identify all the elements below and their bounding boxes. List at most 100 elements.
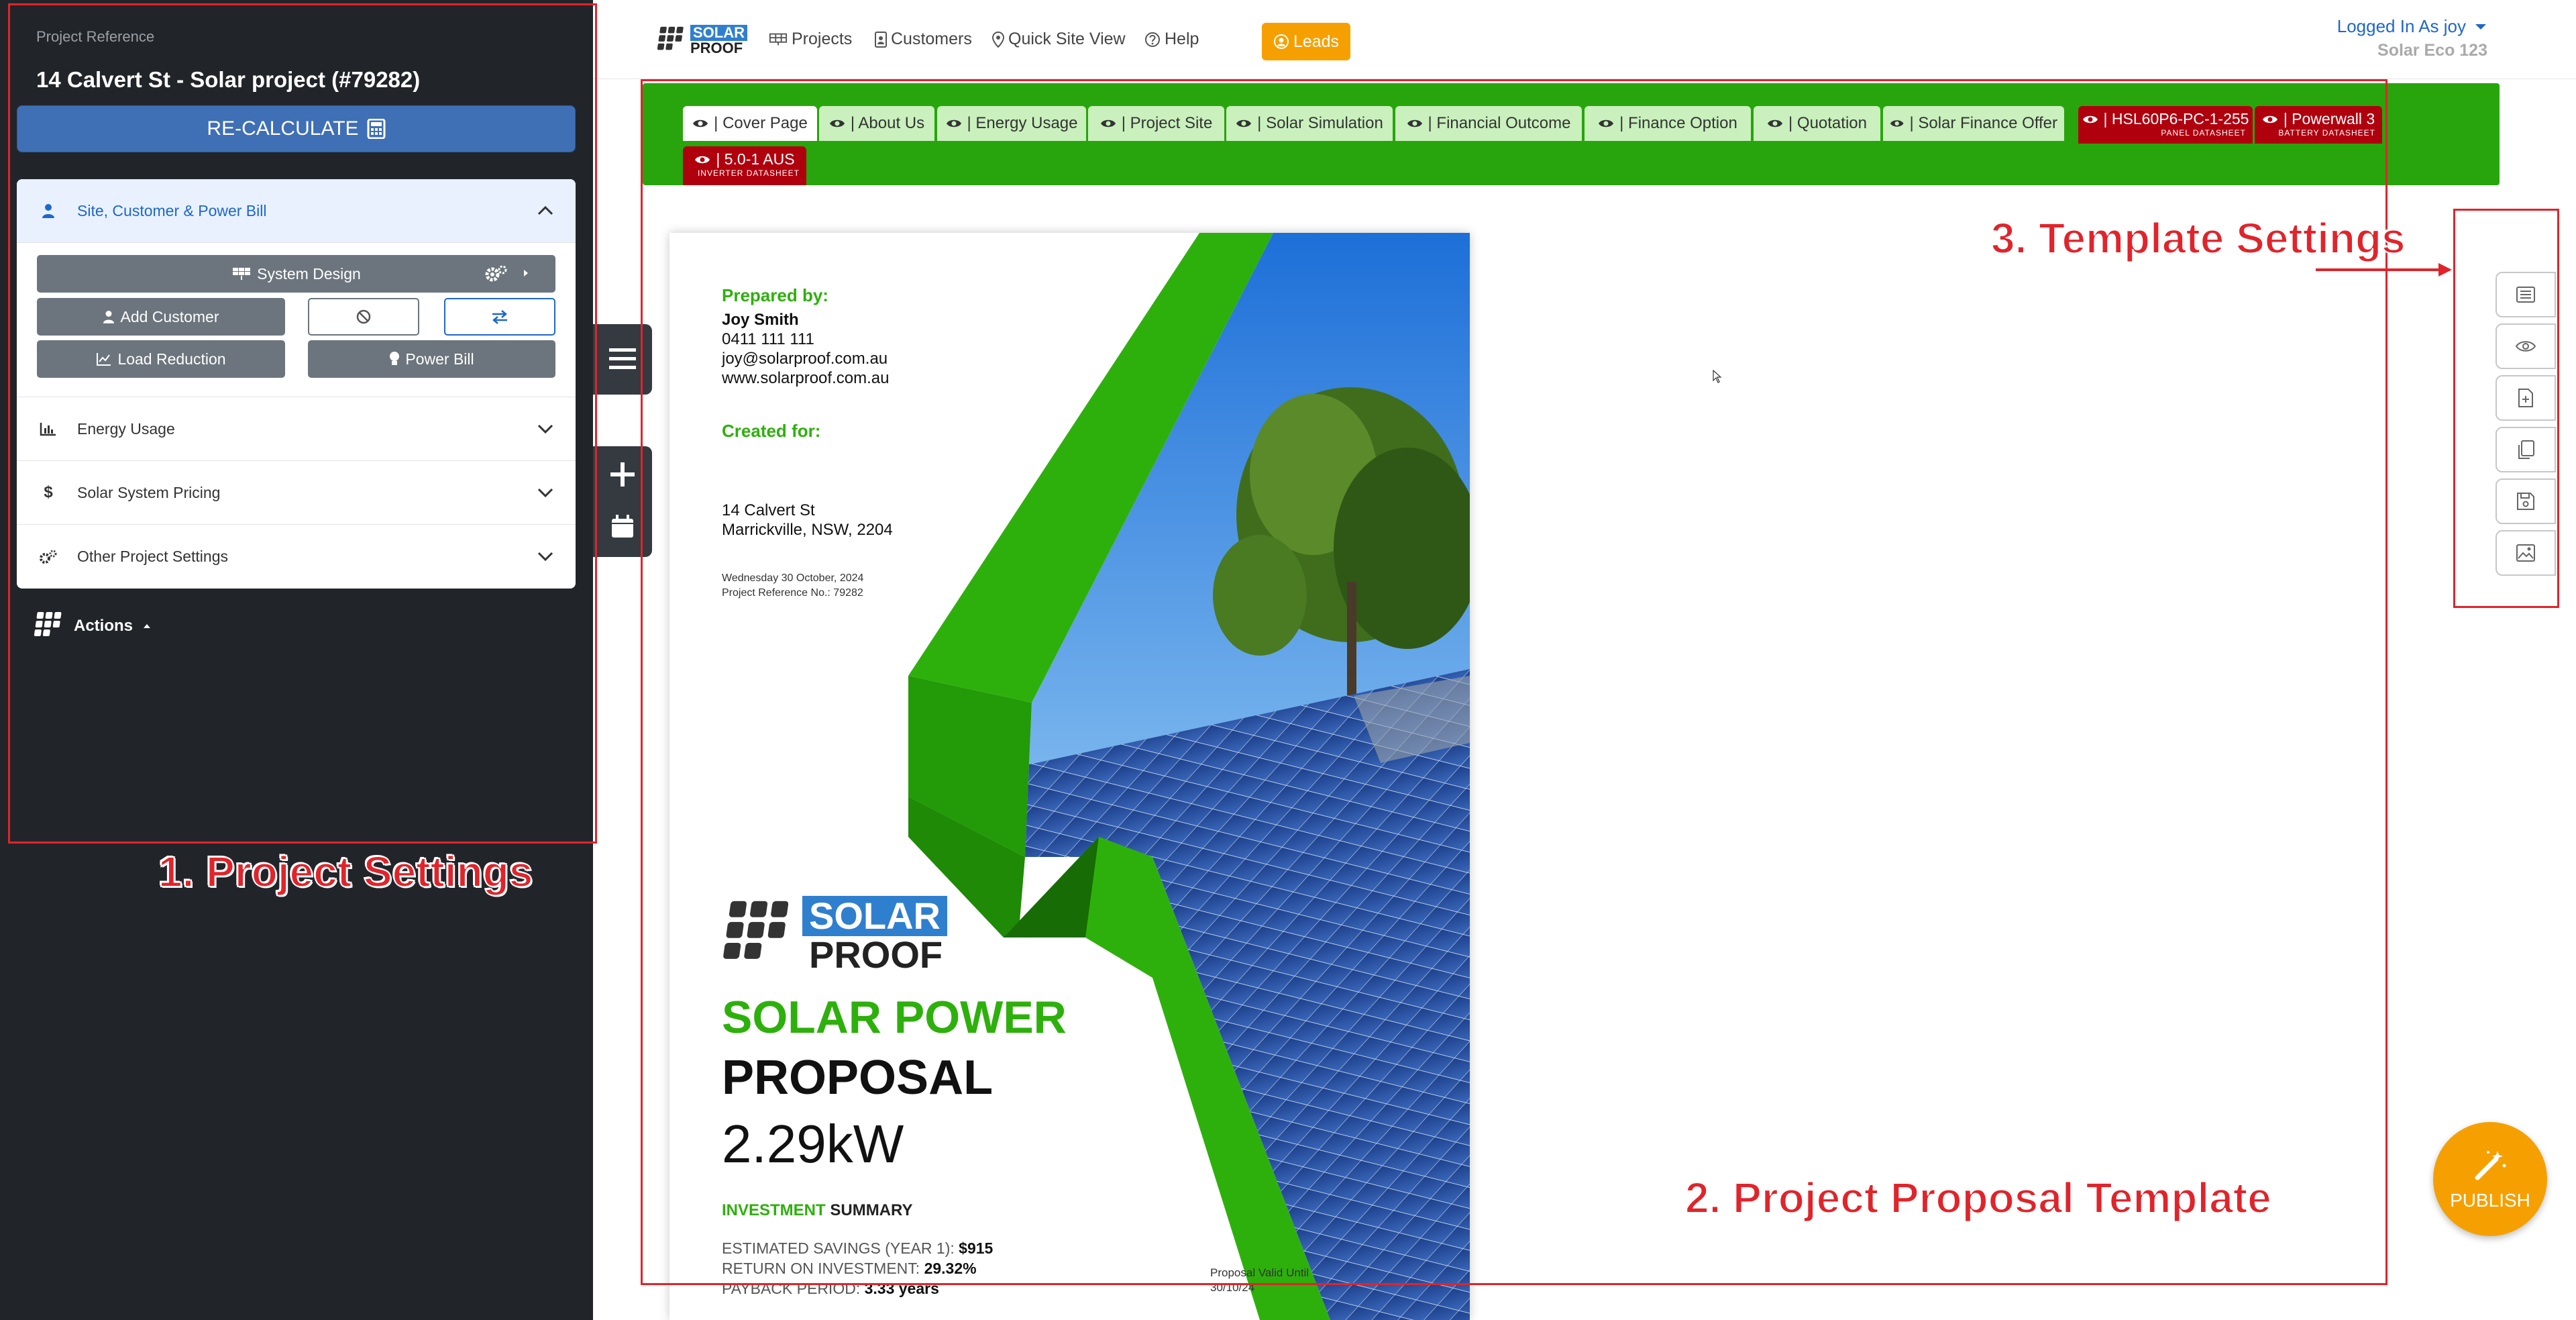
created-for-label: Created for: xyxy=(722,421,821,441)
tab-project-site[interactable]: | Project Site xyxy=(1088,106,1224,141)
bar-chart-icon xyxy=(38,421,58,436)
leads-label: Leads xyxy=(1293,32,1340,51)
project-reference-label: Project Reference xyxy=(36,28,155,45)
tab-label: | Cover Page xyxy=(714,114,808,132)
eye-icon xyxy=(1599,119,1614,128)
solar-panel-icon xyxy=(769,33,788,45)
duplicate-button[interactable] xyxy=(2496,427,2556,472)
remove-customer-button[interactable] xyxy=(308,298,419,336)
user-icon xyxy=(103,311,115,323)
section-other-project-settings[interactable]: Other Project Settings xyxy=(17,525,576,589)
nav-quick-site-view[interactable]: Quick Site View xyxy=(992,30,1126,49)
tab-about-us[interactable]: | About Us xyxy=(819,106,934,141)
logo-text-bottom: PROOF xyxy=(690,40,743,56)
load-reduction-label: Load Reduction xyxy=(117,350,226,368)
cogs-icon[interactable] xyxy=(484,264,508,286)
section-site-customer-power-bill[interactable]: Site, Customer & Power Bill xyxy=(17,179,576,243)
eye-icon xyxy=(2082,115,2098,123)
add-customer-button[interactable]: Add Customer xyxy=(37,298,285,336)
tab-inverter-datasheet[interactable]: | 5.0-1 AUS INVERTER DATASHEET xyxy=(683,146,806,185)
tab-battery-datasheet[interactable]: | Powerwall 3 BATTERY DATASHEET xyxy=(2255,106,2382,144)
tab-label: | Finance Option xyxy=(1619,114,1737,132)
recalculate-label: RE-CALCULATE xyxy=(207,117,359,140)
section-label: Site, Customer & Power Bill xyxy=(77,201,267,219)
publish-button[interactable]: PUBLISH xyxy=(2433,1122,2547,1236)
tab-sublabel: PANEL DATASHEET xyxy=(2161,128,2246,138)
recalculate-button[interactable]: RE-CALCULATE xyxy=(17,105,576,152)
solar-panel-logo-icon xyxy=(657,26,684,50)
magic-wand-icon xyxy=(2475,1151,2506,1180)
eye-icon xyxy=(695,156,710,163)
solar-panel-logo-icon xyxy=(34,612,62,636)
lightbulb-icon xyxy=(390,352,400,365)
map-marker-icon xyxy=(992,31,1004,48)
prepared-by-phone: 0411 111 111 xyxy=(722,330,814,348)
publish-label: PUBLISH xyxy=(2450,1190,2530,1211)
load-reduction-button[interactable]: Load Reduction xyxy=(37,340,285,378)
kv-value: $915 xyxy=(959,1239,994,1257)
tab-financial-outcome[interactable]: | Financial Outcome xyxy=(1395,106,1582,141)
site-address-line2: Marrickville, NSW, 2204 xyxy=(722,521,893,539)
section-label: Energy Usage xyxy=(77,419,175,438)
chevron-down-icon xyxy=(537,552,553,562)
nav-customers-label: Customers xyxy=(891,30,972,48)
ban-icon xyxy=(356,309,371,324)
quick-tools-pill xyxy=(593,446,652,557)
eye-icon xyxy=(829,119,845,128)
prepared-by-label: Prepared by: xyxy=(722,285,828,305)
swap-customer-button[interactable] xyxy=(444,298,555,336)
system-design-button[interactable]: System Design xyxy=(37,255,555,293)
nav-help[interactable]: Help xyxy=(1144,30,1199,49)
nav-projects[interactable]: Projects xyxy=(769,30,852,49)
eye-icon xyxy=(1236,119,1252,128)
tab-quotation[interactable]: | Quotation xyxy=(1754,106,1880,141)
template-page-tabs: | Cover Page | About Us | Energy Usage |… xyxy=(643,83,2500,185)
tab-finance-option[interactable]: | Finance Option xyxy=(1585,106,1751,141)
tab-label: | Powerwall 3 xyxy=(2283,110,2375,128)
id-badge-icon xyxy=(875,31,887,48)
user-account-menu[interactable]: Logged In As joy Solar Eco 123 xyxy=(2337,16,2487,60)
plus-icon[interactable] xyxy=(609,461,636,488)
caret-up-icon xyxy=(144,624,151,628)
add-page-button[interactable] xyxy=(2496,375,2556,421)
tab-energy-usage[interactable]: | Energy Usage xyxy=(937,106,1086,141)
kv-label: RETURN ON INVESTMENT: xyxy=(722,1260,920,1277)
nav-customers[interactable]: Customers xyxy=(875,30,972,49)
tab-label: | Solar Simulation xyxy=(1257,114,1383,132)
user-icon xyxy=(38,203,58,218)
logo-text-top: SOLAR xyxy=(690,25,747,41)
section-solar-system-pricing[interactable]: $ Solar System Pricing xyxy=(17,461,576,525)
investment-summary-heading: INVESTMENT SUMMARY xyxy=(722,1201,912,1220)
calendar-icon[interactable] xyxy=(610,513,635,539)
system-design-label: System Design xyxy=(257,264,361,283)
tab-label: | Quotation xyxy=(1788,114,1867,132)
save-template-button[interactable] xyxy=(2496,478,2556,524)
template-images-button[interactable] xyxy=(2496,530,2556,576)
kv-label: ESTIMATED SAVINGS (YEAR 1): xyxy=(722,1239,955,1257)
project-settings-sidebar: Project Reference 14 Calvert St - Solar … xyxy=(0,0,593,1320)
tab-solar-simulation[interactable]: | Solar Simulation xyxy=(1226,106,1393,141)
exchange-icon xyxy=(492,310,507,324)
section-body-site-customer: System Design Add Customer Load Reductio… xyxy=(17,243,576,397)
tab-panel-datasheet[interactable]: | HSL60P6-PC-1-255 PANEL DATASHEET xyxy=(2078,106,2253,144)
menu-toggle[interactable] xyxy=(593,324,652,395)
logo-text-top: SOLAR xyxy=(802,896,947,936)
project-reference-number: Project Reference No.: 79282 xyxy=(722,587,863,599)
power-bill-button[interactable]: Power Bill xyxy=(308,340,555,378)
headline-solar-power: SOLAR POWER xyxy=(722,992,1067,1043)
tab-solar-finance-offer[interactable]: | Solar Finance Offer xyxy=(1883,106,2064,141)
tab-cover-page[interactable]: | Cover Page xyxy=(683,106,817,141)
kv-label: PAYBACK PERIOD: xyxy=(722,1280,861,1297)
eye-icon xyxy=(1100,119,1116,128)
solarproof-logo[interactable]: SOLAR PROOF xyxy=(657,25,747,56)
actions-menu[interactable]: Actions xyxy=(34,611,152,642)
proposal-cover-page: Prepared by: Joy Smith 0411 111 111 joy@… xyxy=(669,233,1470,1320)
leads-button[interactable]: Leads xyxy=(1262,23,1350,60)
tab-sublabel: BATTERY DATASHEET xyxy=(2278,128,2375,138)
template-list-button[interactable] xyxy=(2496,272,2556,317)
preview-button[interactable] xyxy=(2496,323,2556,369)
annotation-template-settings: 3. Template Settings xyxy=(1990,213,2406,263)
eye-icon xyxy=(2262,115,2277,123)
section-energy-usage[interactable]: Energy Usage xyxy=(17,397,576,461)
eye-icon xyxy=(693,119,708,128)
